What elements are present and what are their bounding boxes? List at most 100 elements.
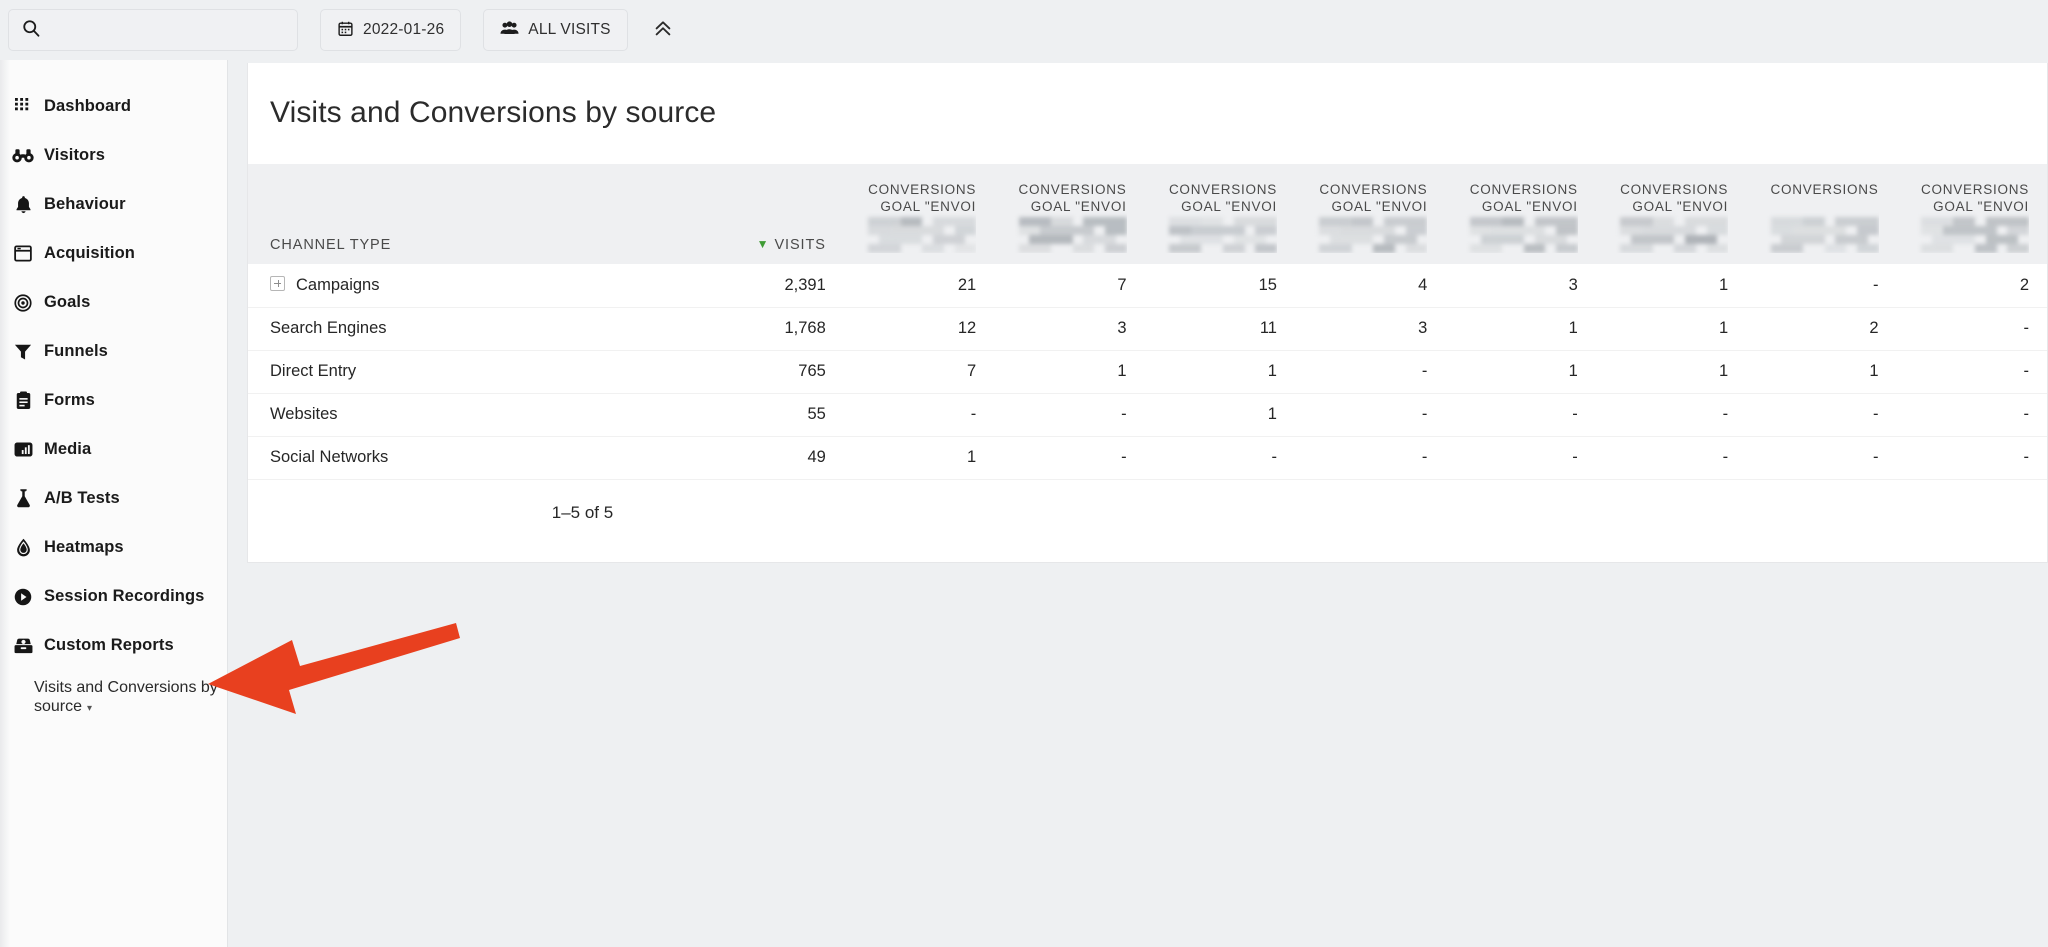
row-conv-cell-2: - <box>994 436 1145 480</box>
sidebar-item-label: Goals <box>44 293 91 311</box>
redacted-goal-name <box>1620 217 1729 253</box>
date-filter-button[interactable]: 2022-01-26 <box>320 9 462 51</box>
sidebar-item-heatmaps[interactable]: Heatmaps <box>0 523 227 572</box>
row-conv-cell-8: - <box>1896 436 2047 480</box>
column-header-label: CHANNEL TYPE <box>270 237 392 253</box>
column-header-line2: GOAL "ENVOI <box>1030 199 1127 214</box>
sidebar-item-label: Visitors <box>44 146 106 164</box>
sidebar-item-ab-tests[interactable]: A/B Tests <box>0 474 227 523</box>
sidebar-navigation: Dashboard Visitors Behaviour Acquisition… <box>0 60 228 947</box>
sidebar-item-label: Media <box>44 440 92 458</box>
row-conv-cell-2: 7 <box>994 264 1145 308</box>
column-header-conversions-3[interactable]: CONVERSIONS GOAL "ENVOI <box>1145 164 1295 264</box>
bell-icon <box>6 195 40 214</box>
collapse-toolbar-button[interactable] <box>646 13 680 47</box>
row-conv-cell-5: - <box>1445 436 1596 480</box>
page-title: Visits and Conversions by source <box>270 96 717 129</box>
row-conv-cell-6: - <box>1595 436 1747 480</box>
calendar-icon <box>337 20 354 41</box>
flask-icon <box>6 489 40 508</box>
row-conv-cell-1: - <box>843 393 995 437</box>
row-conv-cell-5: 1 <box>1445 350 1596 394</box>
search-icon <box>21 18 41 43</box>
row-conv-cell-6: - <box>1595 393 1747 437</box>
table-row[interactable]: Campaigns 2,391 21 7 15 4 3 1 - 2 <box>248 264 2047 308</box>
funnel-icon <box>6 343 40 361</box>
sidebar-item-session-recordings[interactable]: Session Recordings <box>0 572 227 621</box>
row-visits-cell: 2,391 <box>595 264 844 308</box>
search-box[interactable] <box>8 9 298 51</box>
sidebar-item-label: Funnels <box>44 342 108 360</box>
row-conv-cell-7: 2 <box>1746 307 1897 351</box>
row-channel-label: Websites <box>270 405 338 423</box>
play-circle-icon <box>6 588 40 606</box>
table-body: Campaigns 2,391 21 7 15 4 3 1 - 2 Search… <box>248 264 2047 480</box>
column-header-conversions-6[interactable]: CONVERSIONS GOAL "ENVOI <box>1596 164 1746 264</box>
table-row[interactable]: Social Networks 49 1 - - - - - - - <box>248 436 2047 480</box>
pagination-status: 1–5 of 5 <box>551 502 614 522</box>
row-conv-cell-2: 3 <box>994 307 1145 351</box>
table-row[interactable]: Websites 55 - - 1 - - - - - <box>248 393 2047 437</box>
row-conv-cell-8: - <box>1896 393 2047 437</box>
column-header-visits[interactable]: ▼ VISITS <box>595 164 844 264</box>
sidebar-item-visitors[interactable]: Visitors <box>0 131 227 180</box>
sidebar-item-label: Heatmaps <box>44 538 124 556</box>
column-header-conversions-5[interactable]: CONVERSIONS GOAL "ENVOI <box>1445 164 1595 264</box>
column-header-channel-type[interactable]: CHANNEL TYPE <box>248 164 595 264</box>
row-conv-cell-8: - <box>1896 307 2047 351</box>
row-channel-label: Direct Entry <box>270 362 357 380</box>
row-channel-cell: Social Networks <box>248 436 596 480</box>
sidebar-item-label: Acquisition <box>44 244 135 262</box>
column-header-conversions-4[interactable]: CONVERSIONS GOAL "ENVOI <box>1295 164 1445 264</box>
sidebar-item-custom-reports[interactable]: Custom Reports <box>0 621 227 670</box>
row-conv-cell-4: - <box>1294 436 1446 480</box>
column-header-line1: CONVERSIONS <box>1920 182 2029 197</box>
search-input[interactable] <box>51 21 281 39</box>
row-visits-cell: 55 <box>595 393 844 437</box>
column-header-conversions-7[interactable]: CONVERSIONS <box>1746 164 1896 264</box>
column-header-conversions-2[interactable]: CONVERSIONS GOAL "ENVOI <box>994 164 1144 264</box>
sidebar-item-funnels[interactable]: Funnels <box>0 327 227 376</box>
column-header-line1: CONVERSIONS <box>868 182 977 197</box>
grid-dots-icon <box>6 98 40 115</box>
report-card: Visits and Conversions by source CHANNEL… <box>247 63 2048 563</box>
table-row[interactable]: Search Engines 1,768 12 3 11 3 1 1 2 - <box>248 307 2047 351</box>
row-conv-cell-3: 1 <box>1144 350 1295 394</box>
column-header-conversions-8[interactable]: CONVERSIONS GOAL "ENVOI <box>1897 164 2047 264</box>
row-conv-cell-7: 1 <box>1746 350 1897 394</box>
column-header-conversions-1[interactable]: CONVERSIONS GOAL "ENVOI <box>844 164 994 264</box>
row-channel-cell: Search Engines <box>248 307 596 351</box>
row-conv-cell-1: 12 <box>843 307 995 351</box>
sidebar-item-media[interactable]: Media <box>0 425 227 474</box>
sidebar-item-behaviour[interactable]: Behaviour <box>0 180 227 229</box>
redacted-goal-name <box>1469 217 1578 253</box>
sidebar-item-acquisition[interactable]: Acquisition <box>0 229 227 278</box>
segment-filter-label: ALL VISITS <box>528 21 611 38</box>
redacted-goal-name <box>1168 217 1277 253</box>
sidebar-item-goals[interactable]: Goals <box>0 278 227 327</box>
row-conv-cell-5: 1 <box>1445 307 1596 351</box>
row-conv-cell-2: - <box>994 393 1145 437</box>
sidebar-sub-item-visits-and-conversions[interactable]: Visits and Conversions by source ▾ <box>0 678 227 718</box>
chevron-down-icon[interactable]: ▾ <box>87 703 92 714</box>
expand-row-icon[interactable] <box>270 275 285 291</box>
row-conv-cell-3: - <box>1144 436 1295 480</box>
redacted-goal-name <box>1319 217 1428 253</box>
chevron-double-up-icon <box>652 17 674 44</box>
row-conv-cell-1: 7 <box>843 350 995 394</box>
row-conv-cell-6: 1 <box>1595 307 1747 351</box>
redacted-goal-name <box>1018 217 1127 253</box>
sidebar-item-dashboard[interactable]: Dashboard <box>0 82 227 131</box>
column-header-line2: GOAL "ENVOI <box>1181 199 1277 214</box>
row-conv-cell-4: 4 <box>1294 264 1446 308</box>
table-row[interactable]: Direct Entry 765 7 1 1 - 1 1 1 - <box>248 350 2047 394</box>
table-header-row: CHANNEL TYPE ▼ VISITS CONVERSIONS GOAL "E… <box>248 164 2047 264</box>
browser-window-icon <box>6 245 40 262</box>
segment-filter-button[interactable]: ALL VISITS <box>483 9 628 51</box>
row-conv-cell-8: 2 <box>1896 264 2047 308</box>
main-content: Visits and Conversions by source CHANNEL… <box>228 60 2048 947</box>
row-channel-label: Social Networks <box>270 448 389 466</box>
row-visits-cell: 765 <box>595 350 844 394</box>
sidebar-item-forms[interactable]: Forms <box>0 376 227 425</box>
column-header-line2: GOAL "ENVOI <box>1933 199 2029 214</box>
